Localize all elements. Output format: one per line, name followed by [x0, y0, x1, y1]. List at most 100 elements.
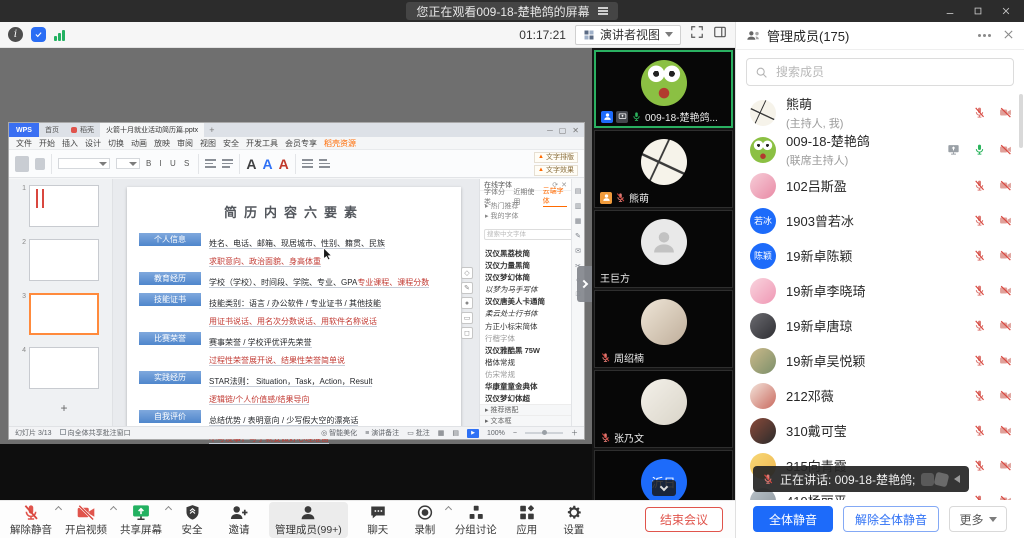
- pen-tool-icon[interactable]: ✎: [461, 282, 473, 294]
- font-panel-section[interactable]: ▸ 文本框: [480, 415, 571, 426]
- settings-button[interactable]: 设置: [557, 502, 591, 538]
- zoom-slider[interactable]: [525, 432, 563, 434]
- video-tile[interactable]: 王巨方: [594, 210, 733, 288]
- wps-menu[interactable]: 审阅: [177, 138, 193, 149]
- font-list-item[interactable]: 柔云处士行书体: [480, 307, 571, 319]
- zoom-in-button[interactable]: ＋: [571, 428, 578, 438]
- wps-window-controls[interactable]: ─▢✕: [547, 126, 584, 135]
- laser-tool-icon[interactable]: ●: [461, 297, 473, 309]
- zoom-out-button[interactable]: −: [513, 430, 517, 437]
- font-list-item[interactable]: 汉仪梦幻体超: [480, 392, 571, 404]
- mic-muted-icon[interactable]: [973, 214, 986, 227]
- slide[interactable]: 简历内容六要素 个人信息 姓名、电话、邮箱、现居城市、性别、籍贯、民族求职意向、…: [127, 187, 461, 433]
- member-row[interactable]: 310戴可莹: [736, 413, 1024, 448]
- slide-thumbnail[interactable]: [29, 239, 99, 281]
- wps-menu[interactable]: 视图: [200, 138, 216, 149]
- end-meeting-button[interactable]: 结束会议: [645, 507, 723, 532]
- screen-sharing-icon[interactable]: [947, 143, 960, 156]
- camera-off-icon[interactable]: [999, 284, 1012, 297]
- view-sorter-icon[interactable]: ▤: [452, 429, 459, 437]
- close-button[interactable]: [992, 0, 1020, 22]
- slideshow-play-button[interactable]: ▶: [467, 429, 479, 438]
- chat-button[interactable]: 聊天: [361, 502, 395, 538]
- chevron-up-icon[interactable]: [55, 505, 62, 512]
- video-strip-collapse-handle[interactable]: [577, 266, 592, 302]
- camera-off-icon[interactable]: [999, 214, 1012, 227]
- wps-menu[interactable]: 动画: [131, 138, 147, 149]
- format-painter-icon[interactable]: [35, 158, 45, 170]
- mute-all-button[interactable]: 全体静音: [753, 506, 833, 532]
- text-color-blue-button[interactable]: A: [262, 157, 272, 171]
- mic-muted-icon[interactable]: [973, 354, 986, 367]
- wps-menu[interactable]: 会员专享: [285, 138, 317, 149]
- font-panel-link[interactable]: ▸ 我的字体: [480, 212, 571, 222]
- wps-menu[interactable]: 安全: [223, 138, 239, 149]
- chevron-up-icon[interactable]: [110, 505, 117, 512]
- member-search-box[interactable]: [746, 58, 1014, 86]
- shape-tool-icon[interactable]: ▭: [461, 312, 473, 324]
- fullscreen-button[interactable]: [690, 25, 704, 44]
- font-list-item[interactable]: 行楷字体: [480, 332, 571, 344]
- font-list-item[interactable]: 仿宋常规: [480, 368, 571, 380]
- font-list-item[interactable]: 华康童童金典体: [480, 380, 571, 392]
- slide-thumbnail-selected[interactable]: [29, 293, 99, 335]
- scrollbar[interactable]: [1019, 94, 1023, 148]
- start-video-button[interactable]: 开启视频: [65, 502, 107, 538]
- font-list-item[interactable]: 楷体常规: [480, 356, 571, 368]
- wps-menu[interactable]: 插入: [62, 138, 78, 149]
- font-list-item[interactable]: 汉仪力量黑简: [480, 259, 571, 271]
- slide-thumbnail[interactable]: [29, 185, 99, 227]
- grid-icon[interactable]: ▦: [575, 217, 582, 225]
- font-search-input[interactable]: [484, 229, 571, 240]
- slide-thumbnail[interactable]: [29, 347, 99, 389]
- bullet-list-icon[interactable]: [302, 159, 313, 168]
- camera-off-icon[interactable]: [999, 319, 1012, 332]
- member-row[interactable]: 009-18-楚艳鸽 (联席主持人): [736, 131, 1024, 168]
- unmute-button[interactable]: 解除静音: [10, 502, 52, 538]
- font-size-select[interactable]: [116, 158, 140, 169]
- properties-icon[interactable]: ▤: [575, 187, 582, 195]
- unmute-all-button[interactable]: 解除全体静音: [843, 506, 939, 532]
- camera-off-icon[interactable]: [999, 389, 1012, 402]
- view-normal-icon[interactable]: ▦: [438, 429, 445, 437]
- notes-button[interactable]: ≡ 演讲备注: [365, 428, 399, 438]
- record-button[interactable]: 录制: [408, 502, 442, 538]
- camera-off-icon[interactable]: [999, 459, 1012, 472]
- camera-off-icon[interactable]: [999, 106, 1012, 119]
- align-center-icon[interactable]: [222, 159, 233, 168]
- minimize-button[interactable]: [936, 0, 964, 22]
- member-row[interactable]: 陈颖 19新卓陈颖: [736, 238, 1024, 273]
- member-row[interactable]: 19新卓李晓琦: [736, 273, 1024, 308]
- numbered-list-icon[interactable]: [319, 159, 330, 168]
- member-row[interactable]: 102吕斯盈: [736, 168, 1024, 203]
- camera-off-icon[interactable]: [999, 249, 1012, 262]
- wps-new-tab-button[interactable]: +: [204, 125, 219, 135]
- font-list-item[interactable]: 汉仪黑荔枝简: [480, 247, 571, 259]
- select-tool-icon[interactable]: ◇: [461, 267, 473, 279]
- wps-menu[interactable]: 切换: [108, 138, 124, 149]
- maximize-button[interactable]: [964, 0, 992, 22]
- text-effect-button[interactable]: ▲文字效果: [534, 165, 578, 176]
- mail-icon[interactable]: ✉: [575, 247, 581, 255]
- wps-menu[interactable]: 设计: [85, 138, 101, 149]
- member-row[interactable]: 19新卓唐琼: [736, 308, 1024, 343]
- bold-italic-controls[interactable]: B I U S: [146, 159, 192, 168]
- mic-muted-icon[interactable]: [973, 319, 986, 332]
- wps-document-tab[interactable]: 火箭十月就业活动简历篇.pptx: [100, 123, 204, 137]
- view-mode-button[interactable]: 演讲者视图: [575, 25, 681, 45]
- text-layout-button[interactable]: ▲文字排版: [534, 152, 578, 163]
- video-tile[interactable]: 周绍楠: [594, 290, 733, 368]
- wps-dk-tab[interactable]: 稻壳: [65, 123, 100, 137]
- apps-button[interactable]: 应用: [510, 502, 544, 538]
- search-input[interactable]: [774, 64, 1005, 80]
- mic-muted-icon[interactable]: [973, 249, 986, 262]
- video-tile[interactable]: 熊萌: [594, 130, 733, 208]
- beautify-button[interactable]: ◎ 智能美化: [321, 428, 357, 438]
- edit-icon[interactable]: ✎: [575, 232, 581, 240]
- comment-button[interactable]: ▭ 批注: [407, 428, 430, 438]
- font-list-item[interactable]: 汉仪雅酷黑 75W: [480, 344, 571, 356]
- font-list-item[interactable]: 汉仪梦幻体简: [480, 271, 571, 283]
- wps-menu[interactable]: 稻壳资源: [324, 138, 356, 149]
- align-left-icon[interactable]: [205, 159, 216, 168]
- camera-off-icon[interactable]: [999, 143, 1012, 156]
